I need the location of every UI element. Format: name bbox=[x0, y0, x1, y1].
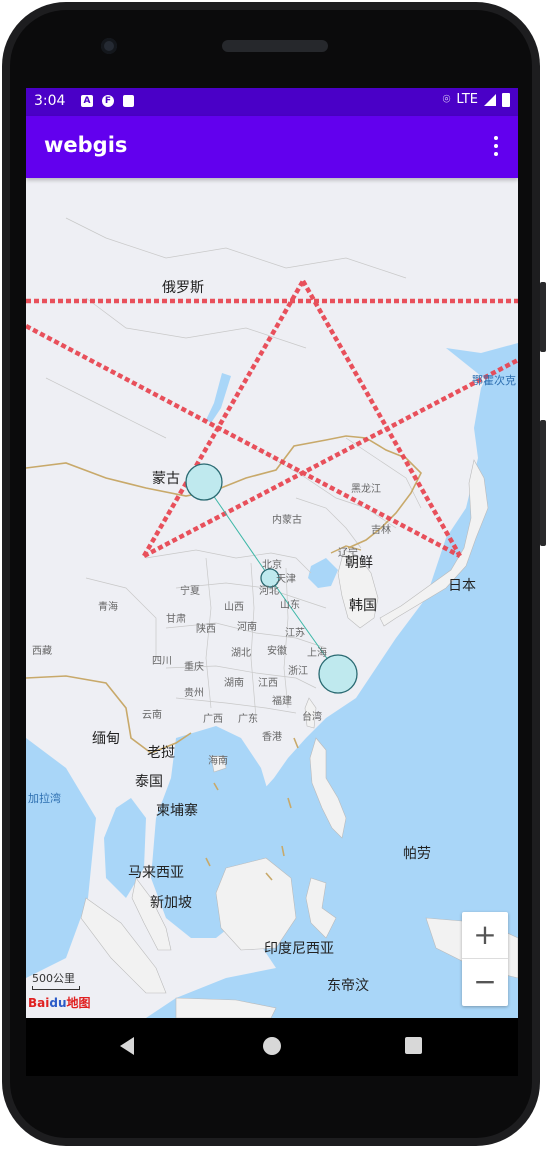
label-timor: 东帝汶 bbox=[327, 978, 369, 994]
label-thailand: 泰国 bbox=[135, 774, 163, 790]
navigation-bar bbox=[26, 1018, 518, 1076]
status-time: 3:04 bbox=[34, 93, 66, 109]
label-sichuan: 四川 bbox=[152, 656, 172, 667]
label-singapore: 新加坡 bbox=[150, 895, 192, 911]
label-laos: 老挝 bbox=[147, 745, 175, 761]
label-hebei: 河北 bbox=[259, 586, 279, 597]
battery-icon bbox=[502, 92, 510, 107]
app-bar: webgis bbox=[26, 116, 518, 178]
recents-icon[interactable] bbox=[405, 1037, 422, 1054]
label-jiangsu: 江苏 bbox=[285, 628, 305, 639]
label-shandong: 山东 bbox=[280, 600, 300, 611]
label-okhotsk: 鄂霍次克 bbox=[472, 374, 516, 387]
zoom-in-button[interactable]: + bbox=[462, 912, 508, 959]
label-guizhou: 贵州 bbox=[184, 688, 204, 699]
network-label: LTE bbox=[456, 92, 478, 107]
status-right: ⌾ LTE bbox=[443, 92, 510, 107]
marker-mongolia[interactable] bbox=[185, 463, 223, 501]
label-beijing: 北京 bbox=[262, 560, 282, 571]
label-guangxi: 广西 bbox=[203, 714, 223, 725]
label-malaysia: 马来西亚 bbox=[128, 865, 184, 881]
location-icon: ⌾ bbox=[442, 92, 451, 107]
zoom-controls: + − bbox=[462, 912, 508, 1006]
label-north-korea: 朝鲜 bbox=[345, 555, 373, 571]
label-jiangxi: 江西 bbox=[258, 678, 278, 689]
label-zhejiang: 浙江 bbox=[288, 666, 308, 677]
label-japan: 日本 bbox=[448, 578, 476, 594]
label-myanmar: 缅甸 bbox=[92, 731, 120, 747]
label-neimenggu: 内蒙古 bbox=[272, 515, 302, 526]
scale-bar bbox=[32, 986, 80, 990]
label-palau: 帕劳 bbox=[403, 846, 431, 862]
label-heilongjiang: 黑龙江 bbox=[351, 484, 381, 495]
a-icon: A bbox=[81, 95, 93, 107]
status-bar: 3:04 A F ⌾ LTE bbox=[26, 88, 518, 116]
label-mongolia: 蒙古 bbox=[152, 471, 180, 487]
label-hunan: 湖南 bbox=[224, 678, 244, 689]
power-button bbox=[540, 282, 546, 352]
label-south-korea: 韩国 bbox=[349, 598, 377, 614]
label-russia: 俄罗斯 bbox=[162, 280, 204, 296]
label-xizang: 西藏 bbox=[32, 646, 52, 657]
scale-label: 500公里 bbox=[32, 972, 75, 985]
label-bay-of-bengal: 加拉湾 bbox=[28, 792, 61, 805]
label-shanxi: 山西 bbox=[224, 602, 244, 613]
marker-shanghai[interactable] bbox=[318, 654, 358, 694]
back-icon[interactable] bbox=[120, 1037, 134, 1055]
f-icon: F bbox=[102, 95, 114, 107]
label-anhui: 安徽 bbox=[267, 646, 287, 657]
label-fujian: 福建 bbox=[272, 696, 292, 707]
zoom-out-button[interactable]: − bbox=[462, 959, 508, 1005]
label-tianjin: 天津 bbox=[276, 574, 296, 585]
label-guangdong: 广东 bbox=[238, 714, 258, 725]
volume-button bbox=[540, 420, 546, 546]
baidu-logo: Baidu地图 bbox=[28, 996, 91, 1010]
label-ningxia: 宁夏 bbox=[180, 586, 200, 597]
signal-icon bbox=[484, 93, 496, 106]
label-yunnan: 云南 bbox=[142, 710, 162, 721]
label-gansu: 甘肃 bbox=[166, 614, 186, 625]
label-qinghai: 青海 bbox=[98, 602, 118, 613]
label-hongkong: 香港 bbox=[262, 732, 282, 743]
app-title: webgis bbox=[44, 133, 128, 157]
label-hainan: 海南 bbox=[208, 756, 228, 767]
earpiece-speaker bbox=[222, 40, 328, 52]
label-chongqing: 重庆 bbox=[184, 662, 204, 673]
sd-card-icon bbox=[123, 95, 134, 107]
label-jilin: 吉林 bbox=[371, 525, 391, 536]
more-vert-icon[interactable] bbox=[492, 136, 500, 158]
label-indonesia: 印度尼西亚 bbox=[264, 941, 334, 957]
label-henan: 河南 bbox=[237, 622, 257, 633]
label-hubei: 湖北 bbox=[231, 648, 251, 659]
label-taiwan: 台湾 bbox=[302, 712, 322, 723]
front-camera bbox=[101, 38, 117, 54]
label-shanghai: 上海 bbox=[307, 648, 327, 659]
device-screen: 3:04 A F ⌾ LTE webgis 俄罗斯 蒙古 黑龙江 内蒙古 吉林 … bbox=[26, 88, 518, 1018]
home-icon[interactable] bbox=[263, 1037, 281, 1055]
map-view[interactable]: 俄罗斯 蒙古 黑龙江 内蒙古 吉林 辽宁 朝鲜 韩国 日本 北京 天津 河北 山… bbox=[26, 178, 518, 1018]
label-cambodia: 柬埔寨 bbox=[156, 803, 198, 819]
label-shaanxi: 陕西 bbox=[196, 624, 216, 635]
